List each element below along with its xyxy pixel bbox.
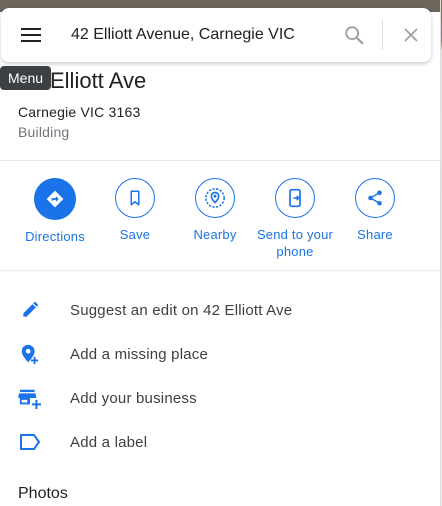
add-business-icon	[18, 386, 42, 410]
place-panel: Menu Elliott Ave Carnegie VIC 3163 Build…	[0, 0, 441, 506]
search-box	[1, 8, 431, 62]
pencil-icon	[18, 298, 42, 322]
clear-search-button[interactable]	[391, 15, 431, 55]
nearby-icon	[205, 188, 225, 208]
add-label-label: Add a label	[70, 433, 148, 451]
menu-button[interactable]	[1, 8, 61, 62]
send-to-phone-icon	[289, 188, 301, 208]
add-business-label: Add your business	[70, 389, 197, 407]
place-title-text: Elliott Ave	[50, 68, 147, 93]
search-button[interactable]	[334, 15, 374, 55]
search-icon	[345, 26, 364, 45]
menu-tooltip: Menu	[0, 66, 52, 90]
share-icon	[368, 190, 382, 206]
directions-icon	[46, 190, 64, 208]
divider	[0, 270, 440, 271]
add-label-item[interactable]: Add a label	[0, 420, 440, 464]
nearby-label: Nearby	[193, 227, 237, 242]
share-button[interactable]: Share	[330, 178, 420, 243]
divider	[0, 160, 440, 161]
search-divider	[382, 20, 383, 50]
suggest-edit-item[interactable]: Suggest an edit on 42 Elliott Ave	[0, 288, 440, 332]
close-icon	[404, 28, 418, 42]
save-label: Save	[119, 227, 151, 242]
save-circle	[115, 178, 155, 218]
directions-label: Directions	[25, 229, 85, 244]
place-type: Building	[18, 124, 70, 140]
directions-circle	[34, 178, 76, 220]
add-business-item[interactable]: Add your business	[0, 376, 440, 420]
place-address: Carnegie VIC 3163	[18, 104, 141, 120]
add-missing-place-label: Add a missing place	[70, 345, 209, 363]
nearby-button[interactable]: Nearby	[170, 178, 260, 243]
label-icon	[18, 430, 42, 454]
search-input[interactable]	[61, 26, 326, 44]
action-bar: Directions Save Nearby Send to your phon…	[0, 178, 440, 268]
share-circle	[355, 178, 395, 218]
bookmark-icon	[130, 190, 140, 206]
nearby-circle	[195, 178, 235, 218]
send-to-phone-circle	[275, 178, 315, 218]
directions-button[interactable]: Directions	[10, 178, 100, 245]
send-to-phone-button[interactable]: Send to your phone	[250, 178, 340, 260]
save-button[interactable]: Save	[90, 178, 180, 243]
menu-icon	[21, 28, 41, 42]
add-place-icon	[18, 342, 42, 366]
share-label: Share	[357, 227, 393, 242]
suggest-edit-label: Suggest an edit on 42 Elliott Ave	[70, 301, 293, 319]
photos-heading: Photos	[18, 485, 68, 502]
add-missing-place-item[interactable]: Add a missing place	[0, 332, 440, 376]
send-to-phone-label: Send to your phone	[256, 227, 334, 259]
